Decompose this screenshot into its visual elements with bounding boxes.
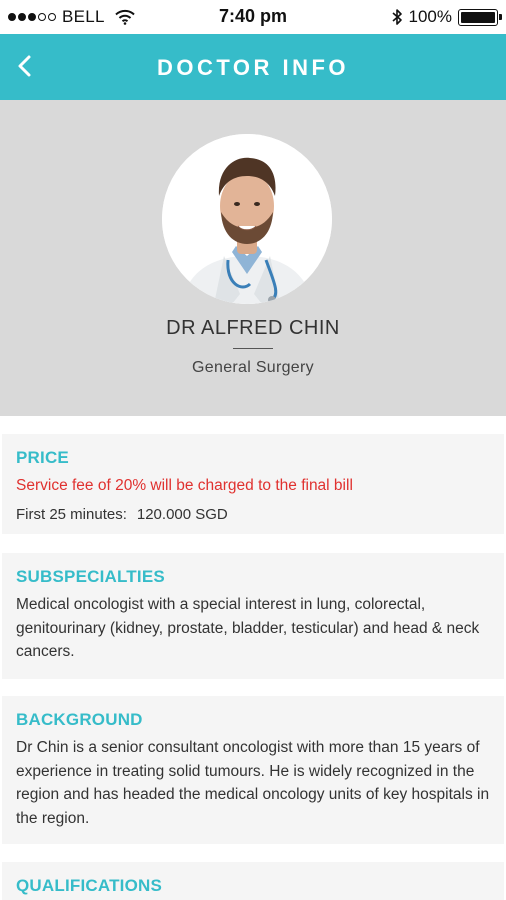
doctor-name: DR ALFRED CHIN: [166, 317, 340, 339]
subspecialties-card: SUBSPECIALTIES Medical oncologist with a…: [2, 553, 504, 679]
price-label: First 25 minutes:: [16, 506, 127, 523]
price-title: PRICE: [16, 448, 69, 467]
service-fee-note: Service fee of 20% will be charged to th…: [16, 477, 353, 494]
price-card: PRICE Service fee of 20% will be charged…: [2, 434, 504, 534]
nav-bar: DOCTOR INFO: [0, 34, 506, 100]
doctor-profile-header: DR ALFRED CHIN General Surgery: [0, 100, 506, 416]
doctor-details: PRICE Service fee of 20% will be charged…: [0, 416, 506, 900]
name-divider: [233, 348, 273, 349]
battery-icon: [458, 8, 502, 26]
page-title: DOCTOR INFO: [156, 55, 350, 80]
background-text: Dr Chin is a senior consultant oncologis…: [16, 739, 490, 827]
doctor-avatar: [162, 134, 332, 304]
doctor-photo: [162, 134, 332, 304]
subspecialties-title: SUBSPECIALTIES: [16, 567, 165, 586]
battery-percent: 100%: [408, 7, 452, 26]
status-right: 100%: [391, 7, 502, 27]
price-line: First 25 minutes: 120.000 SGD: [16, 503, 490, 526]
price-amount: 120.000 SGD: [136, 506, 228, 523]
subspecialties-text: Medical oncologist with a special intere…: [16, 596, 480, 660]
qualifications-card: QUALIFICATIONS: [2, 862, 504, 900]
doctor-specialty: General Surgery: [192, 359, 314, 376]
background-card: BACKGROUND Dr Chin is a senior consultan…: [2, 696, 504, 844]
qualifications-title: QUALIFICATIONS: [16, 876, 163, 895]
status-bar: BELL 7:40 pm 100%: [0, 0, 506, 34]
bluetooth-icon: [391, 9, 402, 25]
background-title: BACKGROUND: [16, 710, 143, 729]
